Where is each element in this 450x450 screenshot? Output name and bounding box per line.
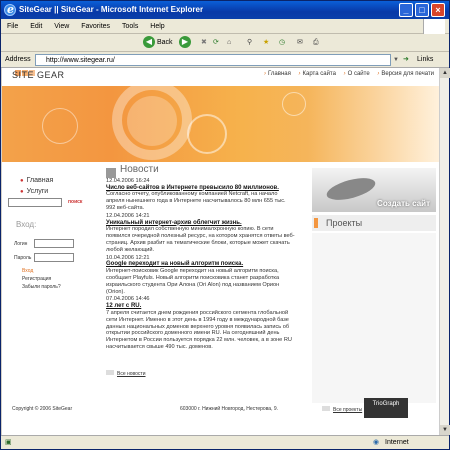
- refresh-icon[interactable]: ⟳: [213, 36, 219, 50]
- vertical-scrollbar[interactable]: ▲ ▼: [439, 68, 450, 435]
- ie-logo-icon: [4, 1, 16, 19]
- menu-view[interactable]: View: [54, 23, 69, 30]
- scroll-down-icon[interactable]: ▼: [440, 425, 450, 435]
- address-bar: Address http://www.sitegear.ru/ ▼ ➜ Link…: [1, 52, 449, 68]
- windows-logo-icon: [423, 19, 445, 34]
- menu-help[interactable]: Help: [150, 23, 164, 30]
- news-text: 7 апреля считается днем рождения российс…: [106, 309, 292, 350]
- login-input[interactable]: [34, 239, 74, 248]
- create-site-banner[interactable]: Создать сайт: [312, 168, 436, 212]
- topnav-print[interactable]: › Версия для печати: [377, 71, 434, 77]
- news-item: 12.04.2006 16:24 Число веб-сайтов в Инте…: [106, 178, 296, 212]
- status-bar: ▣ ◉ Internet: [1, 435, 449, 449]
- banner-ring-2: [187, 114, 227, 154]
- mouse-icon: [324, 173, 378, 205]
- news-item: 07.04.2006 14:46 12 лет с RU. 7 апреля с…: [106, 296, 296, 350]
- favorites-icon[interactable]: ★: [263, 36, 269, 50]
- register-link[interactable]: Регистрация: [22, 276, 51, 282]
- links-label[interactable]: Links: [417, 52, 433, 68]
- news-date: 07.04.2006 14:46: [106, 296, 150, 303]
- login-heading: Вход:: [16, 220, 37, 229]
- print-icon[interactable]: ⎙: [313, 36, 319, 50]
- news-title-link[interactable]: Уникальный интернет-архив облегчит жизнь…: [106, 220, 296, 227]
- password-label: Пароль: [14, 255, 32, 261]
- password-input[interactable]: [34, 253, 74, 262]
- menu-bar: File Edit View Favorites Tools Help: [1, 19, 449, 34]
- news-section: Новости 12.04.2006 16:24 Число веб-сайто…: [106, 163, 296, 351]
- toolbar: ◀ Back ▶ ✖ ⟳ ⌂ ⚲ ★ ◷ ✉ ⎙: [1, 34, 449, 52]
- header-banner: [2, 86, 439, 162]
- leftnav-home[interactable]: ● Главная: [20, 177, 53, 184]
- forward-arrow-icon: ▶: [179, 36, 191, 49]
- web-page: SITE GEAR › Главная › Карта сайта › О сайте…: [2, 68, 439, 435]
- topnav-sitemap[interactable]: › Карта сайта: [299, 71, 336, 77]
- all-news-link[interactable]: Все новости: [106, 370, 146, 377]
- news-item: 10.04.2006 12:21 Google переходит на нов…: [106, 255, 296, 296]
- news-title-link[interactable]: 12 лет с RU.: [106, 303, 296, 310]
- banner-ring-3: [42, 108, 78, 144]
- topnav-home[interactable]: › Главная: [264, 71, 291, 77]
- search-input[interactable]: [8, 198, 62, 207]
- menu-edit[interactable]: Edit: [30, 23, 42, 30]
- footer: Copyright © 2006 SiteGear 603000 г. Нижн…: [2, 398, 439, 435]
- news-text: Интернет-поисковик Google переходит на н…: [106, 268, 280, 295]
- banner-disc: [127, 96, 177, 146]
- menu-file[interactable]: File: [7, 23, 18, 30]
- mail-icon[interactable]: ✉: [297, 36, 303, 50]
- site-logo[interactable]: SITE GEAR: [12, 68, 65, 80]
- zone-label: Internet: [385, 439, 409, 446]
- forward-button[interactable]: ▶: [179, 36, 191, 50]
- address-dropdown-icon[interactable]: ▼: [393, 52, 399, 68]
- search-button[interactable]: поиск: [68, 199, 82, 205]
- news-heading: Новости: [106, 163, 296, 178]
- history-icon[interactable]: ◷: [279, 36, 285, 50]
- forgot-password-link[interactable]: Забыли пароль?: [22, 284, 61, 290]
- address-label: Address: [5, 56, 31, 63]
- triograph-badge[interactable]: TrioGraph: [364, 398, 408, 418]
- login-link[interactable]: Вход: [22, 268, 33, 274]
- banner-ring-4: [282, 92, 306, 116]
- back-button[interactable]: ◀ Back: [143, 36, 173, 50]
- window-title: SiteGear || SiteGear - Microsoft Interne…: [19, 5, 204, 14]
- scroll-up-icon[interactable]: ▲: [440, 68, 450, 78]
- news-date: 12.04.2006 16:24: [106, 177, 150, 184]
- search-icon[interactable]: ⚲: [247, 36, 252, 50]
- home-icon[interactable]: ⌂: [227, 36, 231, 50]
- page-icon: ▣: [5, 439, 12, 446]
- projects-list: [312, 233, 436, 403]
- close-icon[interactable]: ×: [431, 3, 445, 17]
- projects-heading: Проекты: [312, 215, 436, 231]
- news-item: 12.04.2006 14:21 Уникальный интернет-арх…: [106, 213, 296, 254]
- company-address: 603000 г. Нижний Новгород, Нестерова, 9.: [180, 406, 279, 412]
- back-arrow-icon: ◀: [143, 36, 155, 49]
- go-icon[interactable]: ➜: [403, 52, 409, 68]
- leftnav-services[interactable]: ● Услуги: [20, 188, 48, 195]
- news-text: Согласно отчету, опубликованному компани…: [106, 191, 286, 211]
- topnav-about[interactable]: › О сайте: [344, 71, 370, 77]
- browser-window: SiteGear || SiteGear - Microsoft Interne…: [0, 0, 450, 450]
- news-text: Интернет породил собственную минималхрон…: [106, 226, 295, 253]
- url-input[interactable]: http://www.sitegear.ru/: [35, 54, 391, 66]
- stop-icon[interactable]: ✖: [201, 36, 207, 50]
- login-label: Логин: [14, 241, 28, 247]
- menu-favorites[interactable]: Favorites: [81, 23, 110, 30]
- title-bar: SiteGear || SiteGear - Microsoft Interne…: [1, 1, 449, 19]
- minimize-icon[interactable]: _: [399, 3, 413, 17]
- menu-tools[interactable]: Tools: [122, 23, 138, 30]
- copyright: Copyright © 2006 SiteGear: [12, 406, 73, 412]
- internet-zone-icon: ◉: [373, 439, 380, 446]
- top-navigation: › Главная › Карта сайта › О сайте › Версия д…: [264, 71, 439, 77]
- news-icon: [106, 168, 116, 178]
- arrow-icon: [106, 370, 114, 375]
- news-date: 12.04.2006 14:21: [106, 212, 150, 219]
- maximize-icon[interactable]: □: [415, 3, 429, 17]
